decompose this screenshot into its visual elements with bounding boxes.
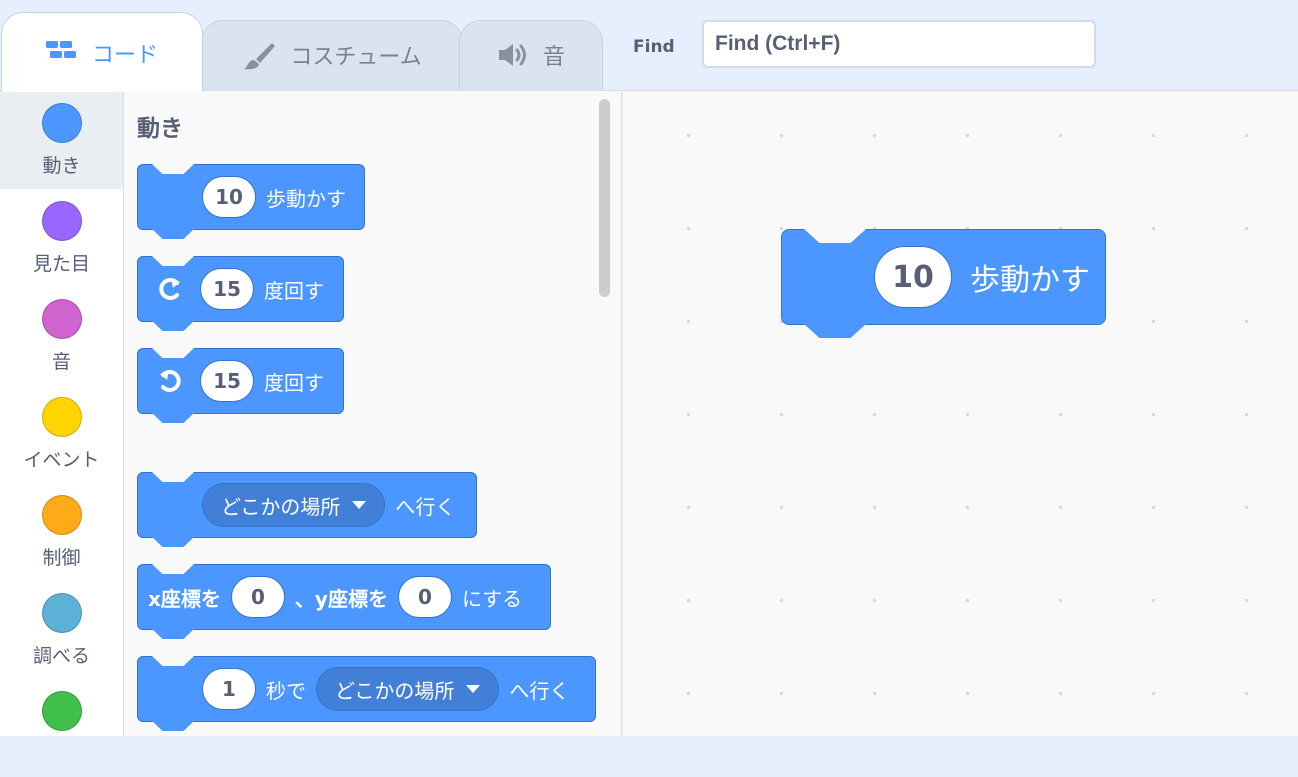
category-sound-dot (41, 299, 82, 339)
category-looks-label: 見た目 (32, 253, 90, 275)
glide-text-2: へ行く (509, 678, 570, 703)
category-sensing-label: 調べる (32, 645, 90, 667)
category-operators[interactable] (0, 679, 123, 777)
goto-xy-prefix: x座標を (148, 586, 221, 611)
category-motion[interactable]: 動き (0, 91, 123, 189)
steps-input[interactable]: 10 (202, 176, 256, 218)
workspace-steps-input[interactable]: 10 (874, 246, 952, 308)
goto-target-dropdown[interactable]: どこかの場所 (202, 483, 386, 527)
palette-scrollbar[interactable] (599, 99, 610, 297)
chevron-down-icon (352, 501, 367, 509)
tab-sounds-label: 音 (542, 45, 565, 70)
category-menu: 動き 見た目 音 イベント 制御 調べる (0, 90, 124, 736)
rotate-clockwise-icon (150, 269, 190, 309)
workspace-block-move-steps[interactable]: 10 歩動かす (781, 229, 1106, 338)
find-input[interactable] (702, 20, 1096, 68)
block-palette: 動き 10 歩動かす 15 度回す 15 度回す どこかの場所 へ行く x座標を… (124, 90, 622, 736)
rotate-counterclockwise-icon (150, 361, 190, 401)
goto-target-value: どこかの場所 (221, 494, 341, 519)
category-sound[interactable]: 音 (0, 287, 123, 385)
block-goto-xy[interactable]: x座標を 0 、y座標を 0 にする (137, 564, 551, 639)
speaker-icon (497, 41, 529, 75)
block-goto-text: へ行く (395, 494, 456, 519)
glide-text-1: 秒で (266, 678, 306, 703)
block-turn-left[interactable]: 15 度回す (137, 348, 344, 423)
tab-code-label: コード (91, 43, 158, 68)
glide-target-dropdown[interactable]: どこかの場所 (316, 667, 500, 711)
category-events-label: イベント (23, 449, 100, 471)
category-looks[interactable]: 見た目 (0, 189, 123, 287)
tab-sounds[interactable]: 音 (459, 20, 603, 91)
workspace-block-text: 歩動かす (970, 263, 1090, 298)
block-turn-right[interactable]: 15 度回す (137, 256, 344, 331)
chevron-down-icon (466, 685, 481, 693)
category-events[interactable]: イベント (0, 385, 123, 483)
block-glide[interactable]: 1 秒で どこかの場所 へ行く (137, 656, 596, 731)
category-operators-dot (41, 691, 82, 731)
category-events-dot (41, 397, 82, 437)
block-move-steps[interactable]: 10 歩動かす (137, 164, 365, 239)
y-coordinate-input[interactable]: 0 (397, 576, 452, 618)
category-control-dot (41, 495, 82, 535)
block-move-steps-text: 歩動かす (266, 186, 346, 211)
category-looks-dot (41, 201, 82, 241)
script-workspace[interactable] (623, 90, 1298, 736)
find-label: Find (633, 37, 675, 57)
glide-target-value: どこかの場所 (335, 678, 455, 703)
category-motion-dot (41, 103, 82, 143)
block-turn-left-text: 度回す (264, 370, 324, 395)
goto-xy-mid: 、y座標を (294, 586, 388, 611)
palette-section-title: 動き (137, 116, 183, 142)
block-goto[interactable]: どこかの場所 へ行く (137, 472, 477, 547)
tab-code[interactable]: コード (1, 12, 203, 92)
category-control[interactable]: 制御 (0, 483, 123, 581)
glide-seconds-input[interactable]: 1 (202, 668, 256, 710)
category-control-label: 制御 (42, 547, 81, 569)
x-coordinate-input[interactable]: 0 (230, 576, 285, 618)
category-motion-label: 動き (42, 155, 81, 177)
block-turn-right-text: 度回す (264, 278, 324, 303)
tab-costumes-label: コスチューム (290, 45, 422, 70)
category-sound-label: 音 (51, 351, 71, 373)
tab-costumes[interactable]: コスチューム (201, 20, 463, 91)
paintbrush-icon (242, 41, 276, 77)
editor-topbar: コード コスチューム 音 Find (0, 0, 1298, 92)
code-blocks-icon (45, 39, 78, 69)
turn-left-degrees-input[interactable]: 15 (200, 360, 254, 402)
category-sensing[interactable]: 調べる (0, 581, 123, 679)
turn-right-degrees-input[interactable]: 15 (200, 268, 254, 310)
goto-xy-suffix: にする (461, 586, 523, 611)
category-sensing-dot (41, 593, 82, 633)
